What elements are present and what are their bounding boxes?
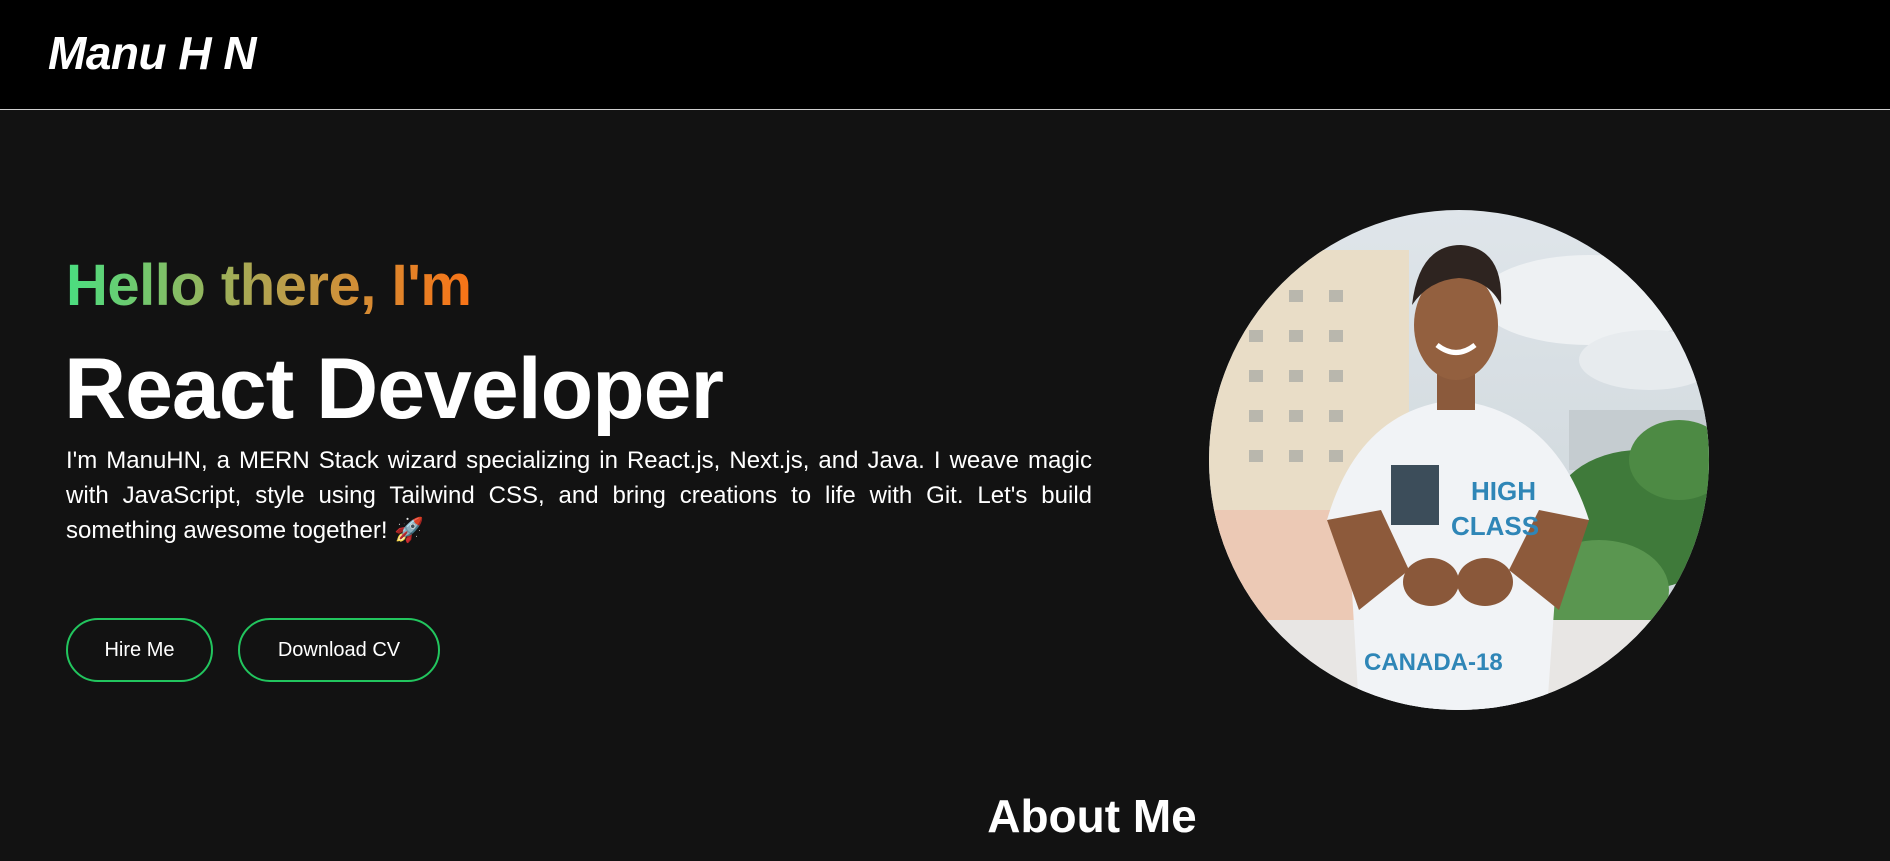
download-cv-button[interactable]: Download CV [238, 618, 440, 682]
hire-me-button[interactable]: Hire Me [66, 618, 213, 682]
brand-logo[interactable]: Manu H N [48, 26, 257, 80]
hero-greeting: Hello there, I'm [66, 253, 472, 318]
navbar: Manu H N [0, 0, 1890, 110]
hero-role-title: React Developer [64, 341, 724, 437]
profile-photo: HIGH CLASS CANADA-18 [1209, 210, 1709, 710]
svg-text:CANADA-18: CANADA-18 [1364, 649, 1503, 676]
about-me-heading: About Me [987, 790, 1197, 842]
hero-bio: I'm ManuHN, a MERN Stack wizard speciali… [66, 447, 1092, 544]
svg-text:HIGH: HIGH [1471, 476, 1536, 506]
svg-text:CLASS: CLASS [1451, 511, 1539, 541]
hero-section: Hello there, I'm React Developer I'm Man… [0, 111, 1890, 861]
